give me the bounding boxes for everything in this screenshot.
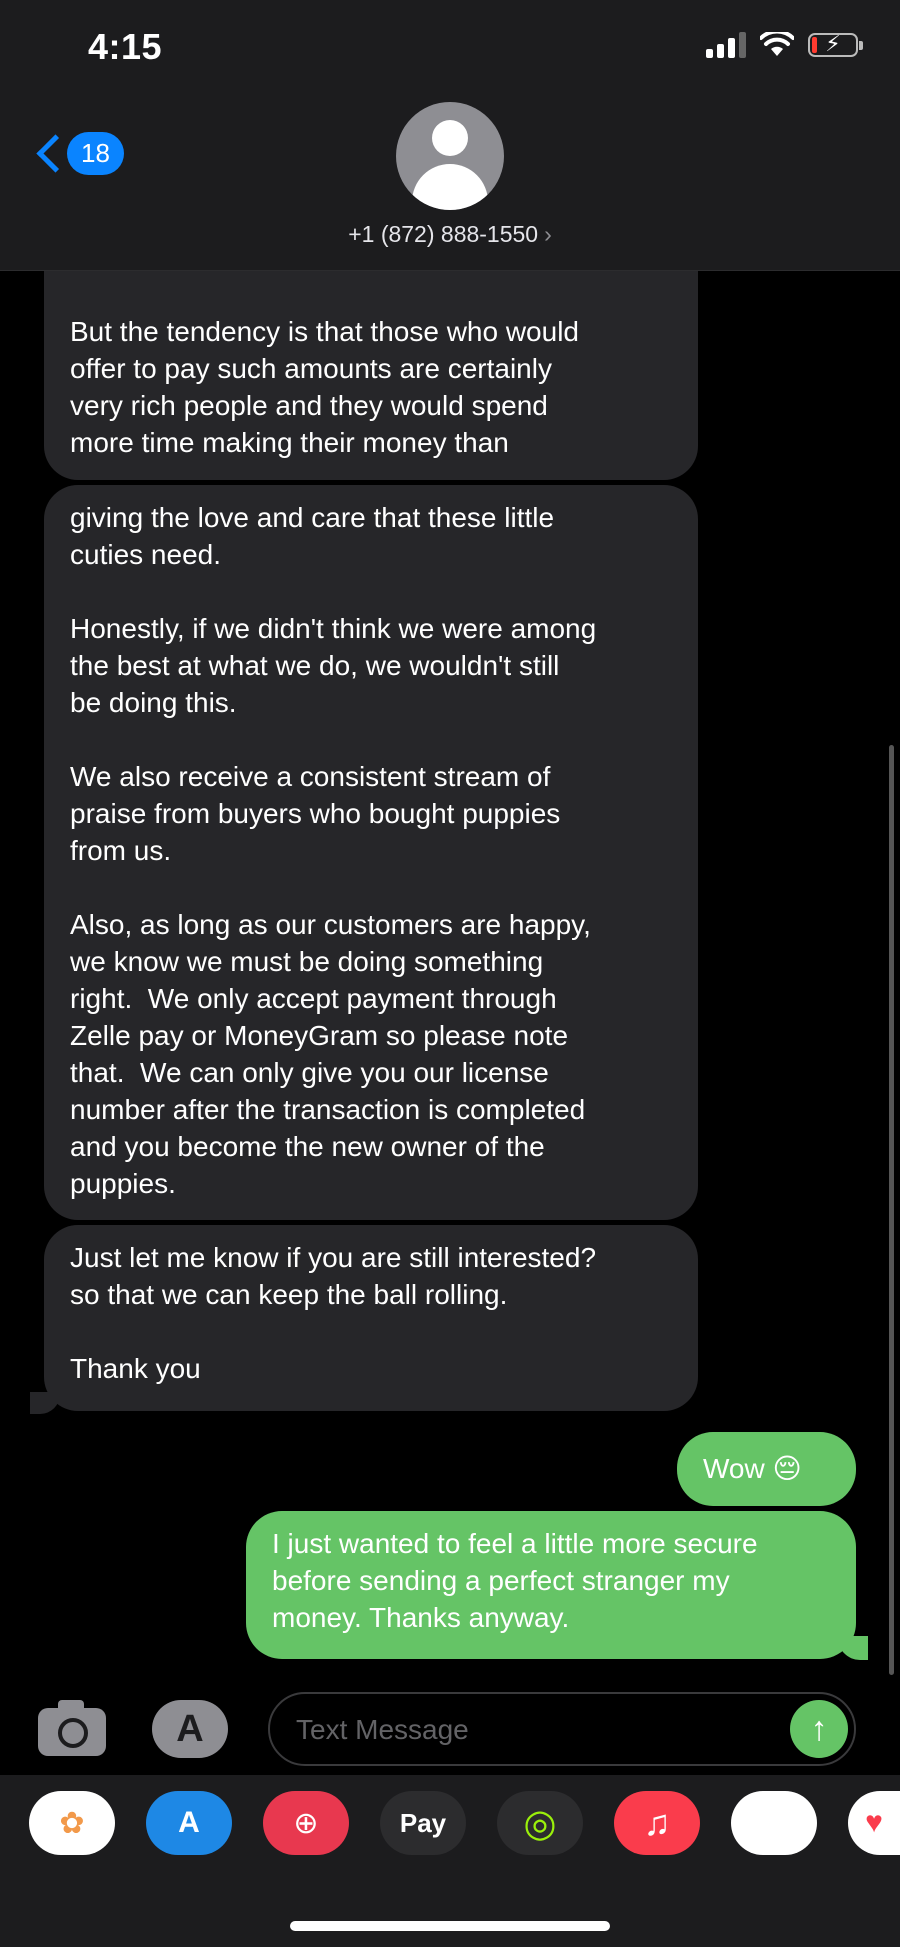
incoming-message[interactable]: giving the love and care that these litt…	[44, 485, 698, 1220]
music-app-icon[interactable]: ♫	[614, 1791, 700, 1855]
chevron-left-icon	[36, 134, 75, 173]
battery-icon: ⚡	[808, 31, 863, 57]
digital-touch-app-icon[interactable]: ♥	[848, 1791, 900, 1855]
camera-icon	[58, 1718, 88, 1748]
status-icons: ⚡	[706, 31, 863, 58]
send-button[interactable]: ↑	[790, 1700, 848, 1758]
message-input-container: ↑	[268, 1692, 856, 1766]
status-time: 4:15	[88, 26, 163, 67]
outgoing-message[interactable]: I just wanted to feel a little more secu…	[246, 1511, 856, 1659]
app-store-button[interactable]: A	[152, 1700, 228, 1758]
arrow-up-icon: ↑	[810, 1709, 828, 1748]
chevron-right-icon: ›	[544, 221, 552, 247]
incoming-message[interactable]: But the tendency is that those who would…	[44, 268, 698, 480]
contact-name-button[interactable]: +1 (872) 888-1550 ›	[0, 221, 900, 248]
contact-name: +1 (872) 888-1550	[348, 221, 539, 247]
contact-avatar[interactable]	[396, 102, 504, 210]
apple-pay-app-icon[interactable]: Pay	[380, 1791, 466, 1855]
photos-app-icon[interactable]: ✿	[29, 1791, 115, 1855]
bubble-tail	[30, 1392, 60, 1414]
wifi-icon	[760, 32, 794, 56]
home-indicator[interactable]	[290, 1921, 610, 1931]
memoji-app-icon[interactable]: 😎	[731, 1791, 817, 1855]
camera-button[interactable]	[38, 1700, 106, 1756]
cellular-signal-icon	[706, 32, 746, 58]
app-store-app-icon[interactable]: A	[146, 1791, 232, 1855]
scrollbar[interactable]	[889, 745, 894, 1675]
unread-count-badge: 18	[67, 132, 124, 175]
image-search-app-icon[interactable]: ⊕	[263, 1791, 349, 1855]
outgoing-message[interactable]: Wow 😔	[677, 1432, 856, 1506]
message-input[interactable]	[294, 1708, 768, 1752]
back-button[interactable]: 18	[34, 132, 124, 175]
incoming-message[interactable]: Just let me know if you are still intere…	[44, 1225, 698, 1411]
app-store-icon: A	[176, 1707, 204, 1750]
activity-app-icon[interactable]: ◎	[497, 1791, 583, 1855]
conversation-header: 4:15 ⚡ 18 +1 (872) 888-1550 ›	[0, 0, 900, 271]
bubble-tail	[838, 1636, 868, 1660]
